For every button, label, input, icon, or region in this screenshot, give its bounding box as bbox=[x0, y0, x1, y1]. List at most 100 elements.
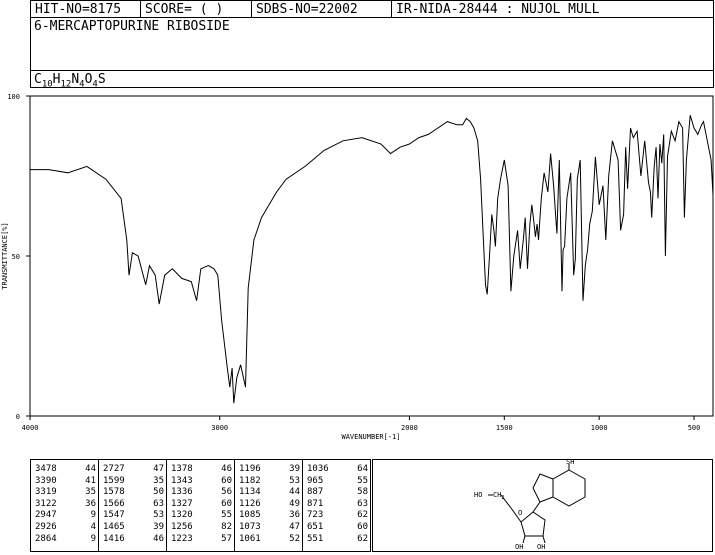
peak-wavenumber: 3122 bbox=[35, 498, 57, 509]
peak-wavenumber: 3390 bbox=[35, 475, 57, 486]
plot-frame bbox=[29, 95, 714, 417]
peak-wavenumber: 551 bbox=[307, 533, 324, 544]
peak-wavenumber: 1465 bbox=[103, 521, 125, 532]
peak-row: 1327 60 bbox=[171, 499, 232, 511]
peak-wavenumber: 1416 bbox=[103, 533, 125, 544]
structure-box: SH O CH2 HO OH OH bbox=[372, 458, 713, 552]
peak-row: 1336 56 bbox=[171, 487, 232, 499]
peak-column: 1378 46 1343 60 1336 56 1327 60 1320 55 1256 82 1223… bbox=[167, 460, 235, 551]
peak-wavenumber: 1073 bbox=[239, 521, 261, 532]
peak-transmittance: 50 bbox=[153, 487, 164, 498]
sdbs-number: SDBS-NO=22002 bbox=[256, 2, 358, 17]
x-tick-label: 3000 bbox=[211, 424, 228, 432]
peak-transmittance: 35 bbox=[85, 487, 96, 498]
peak-row: 1465 39 bbox=[103, 522, 164, 534]
peak-row: 1182 53 bbox=[239, 476, 300, 488]
peak-transmittance: 55 bbox=[357, 475, 368, 486]
imidazole-ring bbox=[532, 473, 554, 503]
peak-row: 651 60 bbox=[307, 522, 368, 534]
peak-wavenumber: 1599 bbox=[103, 475, 125, 486]
peak-row: 2727 47 bbox=[103, 464, 164, 476]
peak-wavenumber: 1182 bbox=[239, 475, 261, 486]
glycosidic-bond bbox=[532, 501, 541, 513]
peak-wavenumber: 1547 bbox=[103, 510, 125, 521]
ring-oxygen-label: O bbox=[518, 509, 522, 517]
peak-row: 1547 53 bbox=[103, 510, 164, 522]
formula-box: C10H12N4O4S bbox=[30, 70, 714, 90]
peak-transmittance: 58 bbox=[357, 487, 368, 498]
sh-label: SH bbox=[566, 460, 574, 466]
formula-element: C bbox=[34, 72, 42, 87]
oh-bond bbox=[542, 535, 546, 544]
peak-row: 3319 35 bbox=[35, 487, 96, 499]
peak-transmittance: 49 bbox=[289, 498, 300, 509]
peak-row: 1378 46 bbox=[171, 464, 232, 476]
peak-transmittance: 60 bbox=[357, 521, 368, 532]
peak-wavenumber: 1126 bbox=[239, 498, 261, 509]
compound-name: 6-MERCAPTOPURINE RIBOSIDE bbox=[34, 19, 230, 34]
peak-transmittance: 56 bbox=[221, 487, 232, 498]
peak-row: 1416 46 bbox=[103, 534, 164, 546]
peak-column: 1036 64 965 55 887 58 871 63 723 62 651 60 551 62 bbox=[303, 460, 370, 551]
peak-row: 723 62 bbox=[307, 510, 368, 522]
peak-transmittance: 52 bbox=[289, 533, 300, 544]
peak-transmittance: 64 bbox=[357, 464, 368, 474]
peak-transmittance: 9 bbox=[90, 510, 96, 521]
x-tick-label: 4000 bbox=[22, 424, 39, 432]
peak-wavenumber: 965 bbox=[307, 475, 324, 486]
peak-wavenumber: 2926 bbox=[35, 521, 57, 532]
peak-wavenumber: 1223 bbox=[171, 533, 193, 544]
peak-wavenumber: 1256 bbox=[171, 521, 193, 532]
peak-row: 551 62 bbox=[307, 534, 368, 546]
peak-transmittance: 60 bbox=[221, 475, 232, 486]
peak-transmittance: 62 bbox=[357, 533, 368, 544]
axis-ticks: 4000 3000 2000 1500 1000 500 0 50 100 bbox=[7, 93, 700, 432]
ribose-ring bbox=[520, 511, 546, 537]
peak-row: 1256 82 bbox=[171, 522, 232, 534]
ir-nida-number: IR-NIDA-28444 : NUJOL MULL bbox=[396, 2, 600, 17]
hit-number: HIT-NO=8175 bbox=[35, 2, 122, 17]
peak-row: 1196 39 bbox=[239, 464, 300, 476]
peak-wavenumber: 2864 bbox=[35, 533, 57, 544]
peak-row: 871 63 bbox=[307, 499, 368, 511]
peak-transmittance: 62 bbox=[357, 510, 368, 521]
peak-wavenumber: 1134 bbox=[239, 487, 261, 498]
peak-transmittance: 47 bbox=[153, 464, 164, 474]
header-bar: HIT-NO=8175 SCORE= ( ) SDBS-NO=22002 IR-… bbox=[30, 0, 714, 18]
peak-row: 1223 57 bbox=[171, 534, 232, 546]
peak-row: 1061 52 bbox=[239, 534, 300, 546]
peak-row: 887 58 bbox=[307, 487, 368, 499]
peak-row: 1073 47 bbox=[239, 522, 300, 534]
peak-wavenumber: 1336 bbox=[171, 487, 193, 498]
peak-row: 3478 44 bbox=[35, 464, 96, 476]
peak-table: 3478 44 3390 41 3319 35 3122 36 2947 9 2926 4 2864 9 2… bbox=[30, 459, 371, 552]
peak-row: 3390 41 bbox=[35, 476, 96, 488]
x-tick-label: 2000 bbox=[401, 424, 418, 432]
peak-transmittance: 44 bbox=[289, 487, 300, 498]
score: SCORE= ( ) bbox=[145, 2, 224, 17]
ch2-label: CH2 bbox=[493, 491, 504, 501]
formula-element: H bbox=[52, 72, 61, 87]
y-tick-label: 50 bbox=[12, 253, 20, 261]
peak-transmittance: 57 bbox=[221, 533, 232, 544]
oh-bond bbox=[522, 535, 526, 544]
peak-row: 1566 63 bbox=[103, 499, 164, 511]
peak-transmittance: 46 bbox=[153, 533, 164, 544]
peak-transmittance: 60 bbox=[221, 498, 232, 509]
peak-row: 1036 64 bbox=[307, 464, 368, 476]
peak-transmittance: 39 bbox=[153, 521, 164, 532]
spectrum-line bbox=[30, 115, 714, 404]
compound-name-box: 6-MERCAPTOPURINE RIBOSIDE bbox=[30, 17, 714, 71]
peak-row: 1134 44 bbox=[239, 487, 300, 499]
x-tick-label: 1500 bbox=[496, 424, 513, 432]
peak-wavenumber: 3319 bbox=[35, 487, 57, 498]
peak-transmittance: 53 bbox=[153, 510, 164, 521]
y-axis-label: TRANSMITTANCE[%] bbox=[1, 222, 9, 289]
peak-row: 1320 55 bbox=[171, 510, 232, 522]
formula-element: N bbox=[71, 72, 80, 87]
peak-row: 2864 9 bbox=[35, 534, 96, 546]
peak-transmittance: 44 bbox=[85, 464, 96, 474]
peak-wavenumber: 887 bbox=[307, 487, 324, 498]
peak-transmittance: 63 bbox=[153, 498, 164, 509]
peak-transmittance: 82 bbox=[221, 521, 232, 532]
